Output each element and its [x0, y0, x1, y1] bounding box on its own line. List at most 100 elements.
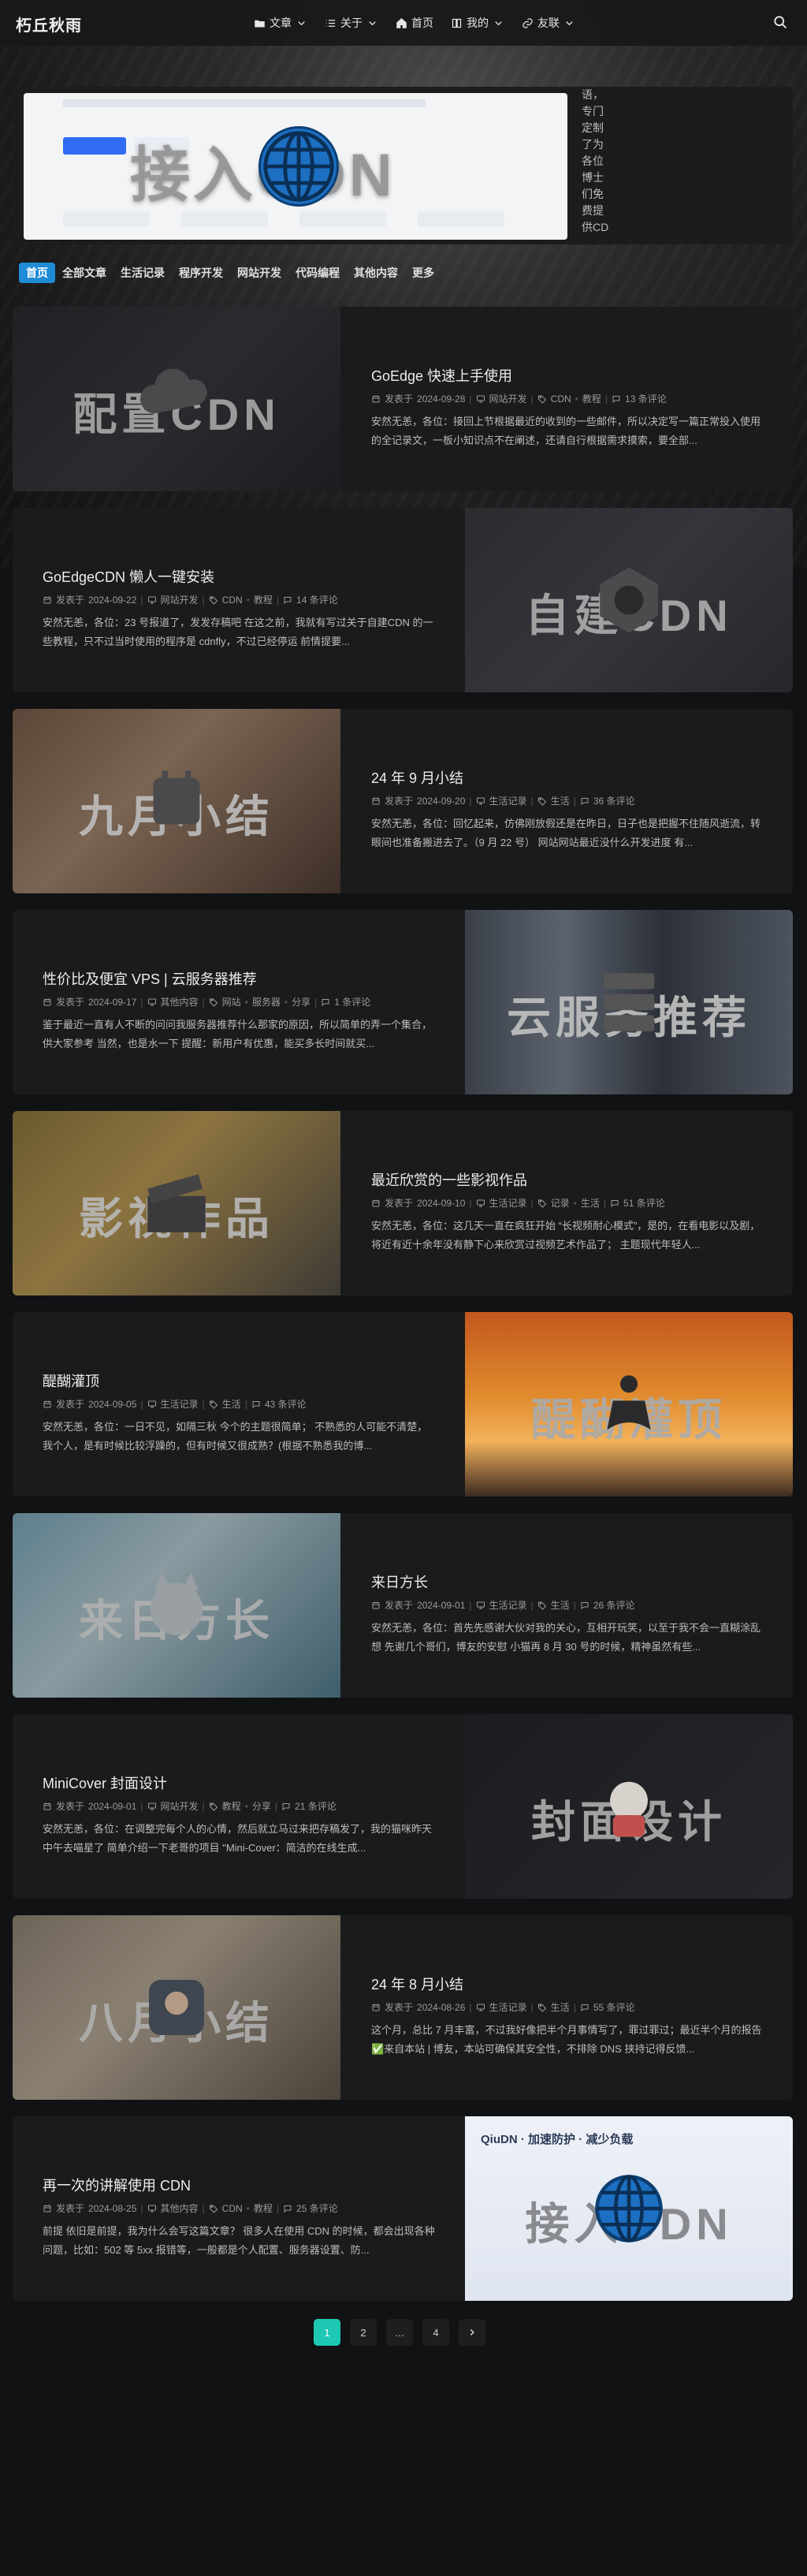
post-comments[interactable]: 36 条评论	[593, 794, 635, 807]
post-date: 2024-09-01	[417, 1599, 466, 1611]
tab-all-articles[interactable]: 全部文章	[55, 263, 113, 283]
post-title[interactable]: 再一次的讲解使用 CDN	[43, 2175, 191, 2195]
site-logo[interactable]: 朽丘秋雨	[16, 13, 82, 35]
post-tag[interactable]: 生活	[551, 794, 570, 807]
post-category[interactable]: 生活记录	[161, 1397, 199, 1411]
post-tag[interactable]: 分享	[252, 1799, 271, 1813]
post-tag[interactable]: 服务器	[252, 995, 281, 1008]
page-4-button[interactable]: 4	[422, 2319, 449, 2346]
post-thumbnail[interactable]: 云服务推荐	[465, 910, 793, 1094]
post-card[interactable]: QiuDN · 加速防护 · 减少负载接入CDN再一次的讲解使用 CDN发表于2…	[13, 2116, 793, 2301]
post-card[interactable]: 云服务推荐性价比及便宜 VPS | 云服务器推荐发表于2024-09-17|其他…	[13, 910, 793, 1094]
post-comments[interactable]: 21 条评论	[295, 1799, 337, 1813]
post-comments[interactable]: 43 条评论	[265, 1397, 307, 1411]
post-meta: 发表于 2024-09-01 | 生活记录 | 生活 | 26 条评论	[371, 1598, 635, 1612]
post-title[interactable]: 性价比及便宜 VPS | 云服务器推荐	[43, 968, 257, 989]
post-tag[interactable]: CDN	[222, 2203, 243, 2214]
post-category[interactable]: 生活记录	[489, 2000, 527, 2014]
post-category[interactable]: 网站开发	[161, 1799, 199, 1813]
search-button[interactable]	[772, 14, 790, 32]
post-card[interactable]: 醍醐灌顶醍醐灌顶发表于2024-09-05|生活记录|生活|43 条评论安然无恙…	[13, 1312, 793, 1497]
post-tag[interactable]: 生活	[551, 2000, 570, 2014]
tab-web-dev[interactable]: 网站开发	[230, 263, 288, 283]
thumb-caption: QiuDN · 加速防护 · 减少负载	[481, 2133, 634, 2146]
post-comments[interactable]: 1 条评论	[334, 995, 370, 1008]
nav-item-articles[interactable]: 文章	[254, 15, 307, 31]
post-thumbnail[interactable]: 封面设计	[465, 1714, 793, 1899]
post-comments[interactable]: 51 条评论	[623, 1196, 665, 1210]
post-category[interactable]: 生活记录	[489, 1196, 527, 1210]
post-title[interactable]: 醍醐灌顶	[43, 1370, 99, 1391]
tab-program-dev[interactable]: 程序开发	[172, 263, 230, 283]
nav-item-home[interactable]: 首页	[396, 15, 433, 31]
post-tag[interactable]: 教程	[222, 1799, 241, 1813]
post-card[interactable]: 影视作品最近欣赏的一些影视作品发表于2024-09-10|生活记录|记录•生活|…	[13, 1111, 793, 1295]
post-card[interactable]: 九月小结24 年 9 月小结发表于2024-09-20|生活记录|生活|36 条…	[13, 709, 793, 893]
post-tag[interactable]: 网站	[222, 995, 241, 1008]
post-card[interactable]: 八月小结24 年 8 月小结发表于2024-08-26|生活记录|生活|55 条…	[13, 1915, 793, 2100]
post-thumbnail[interactable]: 来日方长	[13, 1513, 340, 1698]
calendar-icon	[371, 394, 381, 404]
post-comments[interactable]: 55 条评论	[593, 2000, 635, 2014]
post-title[interactable]: GoEdge 快速上手使用	[371, 365, 512, 386]
meta-divider: |	[573, 2001, 576, 2013]
post-title[interactable]: 来日方长	[371, 1571, 428, 1592]
post-thumbnail[interactable]: 醍醐灌顶	[465, 1312, 793, 1497]
monitor-icon	[476, 2003, 485, 2012]
post-tag[interactable]: 教程	[582, 392, 601, 405]
page-2-button[interactable]: 2	[350, 2319, 377, 2346]
post-thumbnail[interactable]: QiuDN · 加速防护 · 减少负载接入CDN	[465, 2116, 793, 2301]
comment-icon	[281, 1802, 291, 1811]
featured-banner[interactable]: 接入CDN 语，专门定制了为各位博士们免费提供CD	[13, 87, 793, 244]
nav-item-mine[interactable]: 我的	[451, 15, 504, 31]
post-category[interactable]: 网站开发	[489, 392, 527, 405]
next-page-button[interactable]	[459, 2319, 485, 2346]
post-title[interactable]: MiniCover 封面设计	[43, 1773, 167, 1793]
tab-coding[interactable]: 代码编程	[288, 263, 347, 283]
post-info: 24 年 8 月小结 发表于 2024-08-26 | 生活记录 | 生活 | 55 条评论 这个…	[371, 1915, 781, 2100]
post-category[interactable]: 其他内容	[161, 995, 199, 1008]
post-date: 2024-09-28	[417, 393, 466, 404]
post-thumbnail[interactable]: 自建CDN	[465, 508, 793, 692]
post-card[interactable]: 来日方长来日方长发表于2024-09-01|生活记录|生活|26 条评论安然无恙…	[13, 1513, 793, 1698]
post-category[interactable]: 生活记录	[489, 1598, 527, 1612]
post-category[interactable]: 生活记录	[489, 794, 527, 807]
post-thumbnail[interactable]: 八月小结	[13, 1915, 340, 2100]
tab-more[interactable]: 更多	[405, 263, 441, 283]
post-title[interactable]: 24 年 8 月小结	[371, 1974, 463, 1994]
post-tag[interactable]: CDN	[222, 595, 243, 606]
post-thumbnail[interactable]: 九月小结	[13, 709, 340, 893]
post-title[interactable]: GoEdgeCDN 懒人一键安装	[43, 566, 214, 587]
post-comments[interactable]: 13 条评论	[625, 392, 667, 405]
post-comments[interactable]: 14 条评论	[296, 593, 338, 606]
post-comments[interactable]: 25 条评论	[296, 2201, 338, 2215]
nav-item-about[interactable]: 关于	[325, 15, 378, 31]
date-prefix: 发表于	[385, 2002, 414, 2013]
post-card[interactable]: 配置CDN GoEdge 快速上手使用 发表于 2024-09-28 | 网站开发 | CDN…	[13, 307, 793, 491]
post-title[interactable]: 24 年 9 月小结	[371, 767, 463, 788]
tab-life[interactable]: 生活记录	[113, 263, 172, 283]
post-category[interactable]: 其他内容	[161, 2201, 199, 2215]
post-comments[interactable]: 26 条评论	[593, 1598, 635, 1612]
date-prefix: 发表于	[56, 595, 85, 606]
nav-item-friends[interactable]: 友联	[522, 15, 575, 31]
post-tag[interactable]: 教程	[254, 2201, 273, 2215]
post-tag[interactable]: CDN	[551, 393, 571, 404]
post-tag[interactable]: 生活	[551, 1598, 570, 1612]
tab-other[interactable]: 其他内容	[347, 263, 405, 283]
post-thumbnail[interactable]: 配置CDN	[13, 307, 340, 491]
page-1-button[interactable]: 1	[314, 2319, 340, 2346]
post-tag[interactable]: 记录	[551, 1196, 570, 1210]
tab-home[interactable]: 首页	[19, 263, 55, 283]
globe-icon	[593, 2172, 665, 2245]
post-tag[interactable]: 教程	[254, 593, 273, 606]
post-tag[interactable]: 生活	[581, 1196, 600, 1210]
post-thumbnail[interactable]: 影视作品	[13, 1111, 340, 1295]
post-tag[interactable]: 分享	[292, 995, 311, 1008]
post-title[interactable]: 最近欣赏的一些影视作品	[371, 1169, 527, 1190]
banner-image: 接入CDN	[24, 93, 567, 240]
post-card[interactable]: 封面设计MiniCover 封面设计发表于2024-09-01|网站开发|教程•…	[13, 1714, 793, 1899]
post-category[interactable]: 网站开发	[161, 593, 199, 606]
post-card[interactable]: 自建CDNGoEdgeCDN 懒人一键安装发表于2024-09-22|网站开发|…	[13, 508, 793, 692]
post-tag[interactable]: 生活	[222, 1397, 241, 1411]
